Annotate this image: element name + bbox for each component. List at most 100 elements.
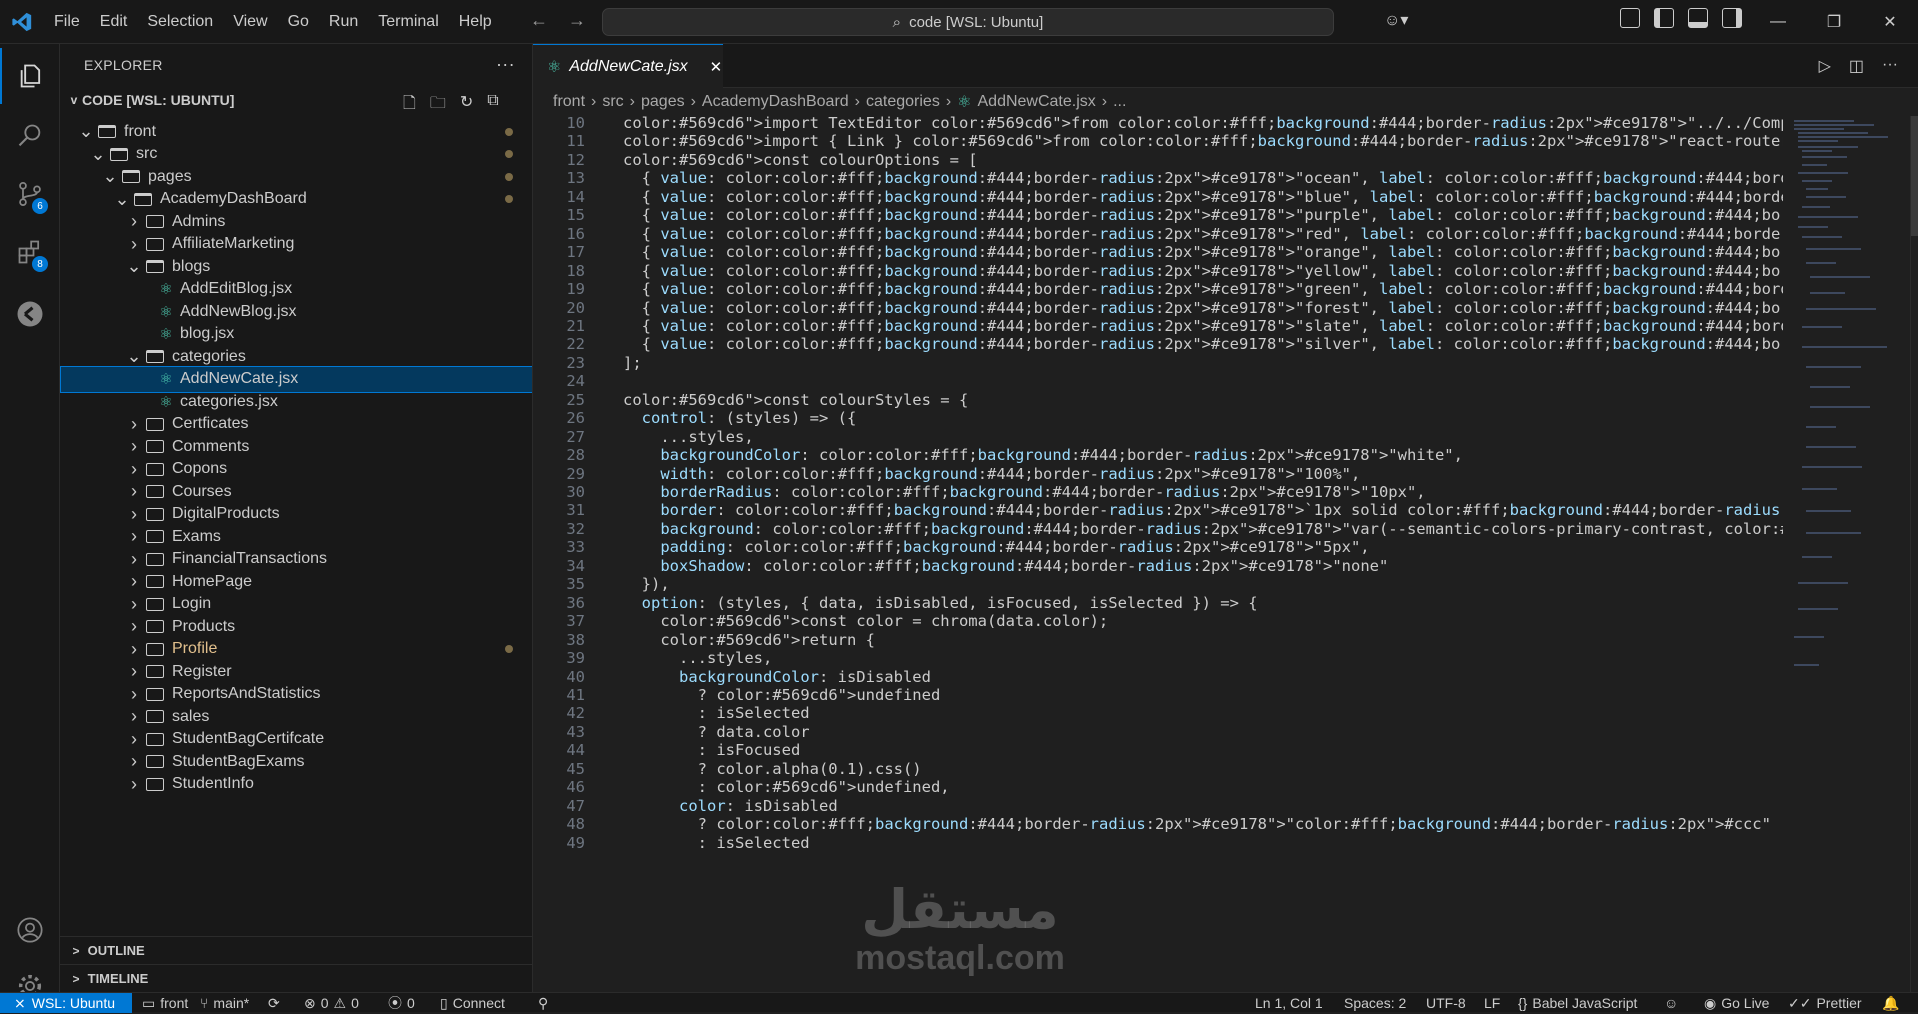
source-control-icon[interactable]: 6 [0, 166, 60, 222]
chevron-right-icon: › [1101, 93, 1108, 110]
breadcrumb-item[interactable]: front [553, 93, 585, 111]
tab-bar: ⚛ AddNewCate.jsx ✕ ▷ ◫ ··· [533, 44, 1918, 88]
chevron-right-icon: › [131, 526, 137, 546]
modified-dot-icon [505, 645, 513, 653]
customize-layout-icon[interactable] [1620, 8, 1640, 28]
encoding[interactable]: UTF-8 [1426, 993, 1466, 1013]
menu-item-run[interactable]: Run [319, 13, 368, 31]
folder-item[interactable]: › StudentInfo [60, 771, 532, 798]
tree-item-label: DigitalProducts [172, 505, 280, 522]
remote-indicator[interactable]: ⨯ WSL: Ubuntu [0, 993, 132, 1013]
copilot-status-icon[interactable]: ☺ [1664, 993, 1678, 1013]
command-center[interactable]: ⌕ code [WSL: Ubuntu] [602, 8, 1334, 36]
folder-status[interactable]: ▭ front [142, 993, 188, 1013]
chevron-right-icon: › [131, 683, 137, 704]
chevron-right-icon: › [131, 728, 137, 749]
more-actions-icon[interactable]: ··· [1882, 56, 1898, 76]
scrollbar-thumb[interactable] [1911, 116, 1918, 236]
problems-status[interactable]: ⊗ 0 ⚠ 0 [304, 993, 359, 1013]
search-icon[interactable] [0, 108, 60, 164]
tree-item-label: front [124, 122, 157, 140]
restore-icon[interactable]: ❐ [1806, 0, 1862, 44]
timeline-section[interactable]: > TIMELINE [60, 964, 532, 992]
close-tab-icon[interactable]: ✕ [710, 58, 723, 76]
chevron-right-icon: › [131, 638, 137, 659]
menu-item-edit[interactable]: Edit [90, 13, 138, 31]
chevron-right-icon: › [629, 93, 635, 110]
explorer-title: EXPLORER [84, 57, 163, 73]
language-mode[interactable]: {} Babel JavaScript [1518, 993, 1637, 1013]
tree-item-label: AddNewCate.jsx [180, 370, 299, 387]
cursor-position[interactable]: Ln 1, Col 1 [1255, 993, 1323, 1013]
branch-status[interactable]: ⑂ main* [200, 993, 249, 1013]
code-view[interactable]: 10 color:#569cd6">import TextEditor color… [533, 116, 1783, 992]
indentation[interactable]: Spaces: 2 [1344, 993, 1406, 1013]
outline-section[interactable]: > OUTLINE [60, 936, 532, 964]
breadcrumb-item[interactable]: AcademyDashBoard [702, 93, 849, 111]
new-file-icon[interactable]: 🗋 [403, 92, 416, 119]
toggle-primary-sidebar-icon[interactable] [1654, 8, 1674, 28]
forward-arrow-icon[interactable]: → [568, 10, 586, 31]
layout-controls [1620, 8, 1742, 28]
watermark-latin: mostaql.com [855, 939, 1065, 977]
toggle-panel-icon[interactable] [1688, 8, 1708, 28]
tree-item-label: ReportsAndStatistics [172, 685, 321, 702]
menu-item-selection[interactable]: Selection [137, 13, 223, 31]
chevron-right-icon: › [131, 413, 137, 434]
breadcrumb-item[interactable]: pages [641, 93, 685, 111]
connect-status[interactable]: ▯ Connect [440, 993, 505, 1013]
remote-explorer-icon[interactable] [0, 286, 60, 342]
explorer-sidebar: EXPLORER ··· v CODE [WSL: UBUNTU] 🗋 🗀 ↻ … [60, 44, 533, 992]
close-icon[interactable]: ✕ [1862, 0, 1918, 44]
breadcrumb-item[interactable]: AddNewCate.jsx [978, 93, 1096, 111]
tab-addnewcate[interactable]: ⚛ AddNewCate.jsx ✕ [533, 44, 723, 88]
toggle-secondary-sidebar-icon[interactable] [1722, 8, 1742, 28]
ports-status[interactable]: ⦿ 0 [388, 993, 415, 1013]
run-icon[interactable]: ▷ [1819, 56, 1831, 76]
menu-item-file[interactable]: File [44, 13, 90, 31]
vertical-scrollbar[interactable] [1910, 116, 1918, 992]
new-folder-icon[interactable]: 🗀 [430, 92, 446, 119]
menu-item-terminal[interactable]: Terminal [368, 13, 448, 31]
breadcrumb-item[interactable]: categories [866, 93, 940, 111]
extensions-icon[interactable]: 8 [0, 224, 60, 280]
notifications-bell-icon[interactable]: 🔔 [1882, 993, 1899, 1013]
go-live-button[interactable]: ◉ Go Live [1704, 993, 1769, 1013]
menu-item-help[interactable]: Help [449, 13, 502, 31]
warning-icon: ⚠ [333, 994, 347, 1011]
copilot-icon[interactable]: ☺▾ [1384, 10, 1408, 30]
connect-icon: ▯ [440, 994, 448, 1011]
tree-item-label: Exams [172, 527, 221, 545]
breadcrumb-item[interactable]: src [602, 93, 623, 111]
tree-item-label: Comments [172, 437, 250, 455]
chevron-down-icon: ⌄ [114, 188, 130, 209]
line-number: 49 [566, 833, 585, 852]
editor-area: ⚛ AddNewCate.jsx ✕ ▷ ◫ ··· front › src › pag… [533, 44, 1918, 992]
explorer-icon[interactable] [0, 48, 60, 104]
menu-item-go[interactable]: Go [278, 13, 319, 31]
prettier-status[interactable]: ✓✓ Prettier [1788, 993, 1862, 1013]
minimize-icon[interactable]: — [1750, 0, 1806, 44]
chevron-right-icon: › [131, 773, 137, 794]
chevron-down-icon: ⌄ [90, 143, 106, 164]
more-actions-icon[interactable]: ··· [496, 54, 515, 75]
breadcrumb-item[interactable]: ... [1113, 93, 1126, 111]
accounts-icon[interactable] [0, 902, 60, 958]
sync-icon[interactable]: ⟳ [268, 993, 280, 1013]
split-editor-icon[interactable]: ◫ [1849, 56, 1864, 76]
tree-item-label: categories.jsx [180, 392, 278, 410]
refresh-icon[interactable]: ↻ [460, 92, 473, 119]
chevron-right-icon: › [131, 503, 137, 524]
end-of-line[interactable]: LF [1484, 993, 1500, 1013]
go-live-label: Go Live [1721, 995, 1770, 1011]
minimap[interactable] [1788, 116, 1910, 992]
workspace-actions: 🗋 🗀 ↻ ⧉ [403, 92, 499, 119]
pin-icon[interactable]: ⚲ [538, 993, 548, 1013]
chevron-down-icon: ⌄ [126, 256, 142, 276]
react-file-icon: ⚛ [957, 94, 972, 111]
collapse-all-icon[interactable]: ⧉ [487, 92, 498, 119]
menu-item-view[interactable]: View [223, 13, 277, 31]
extensions-badge: 8 [32, 256, 48, 272]
back-arrow-icon[interactable]: ← [530, 10, 548, 31]
vscode-logo-icon [0, 0, 44, 44]
